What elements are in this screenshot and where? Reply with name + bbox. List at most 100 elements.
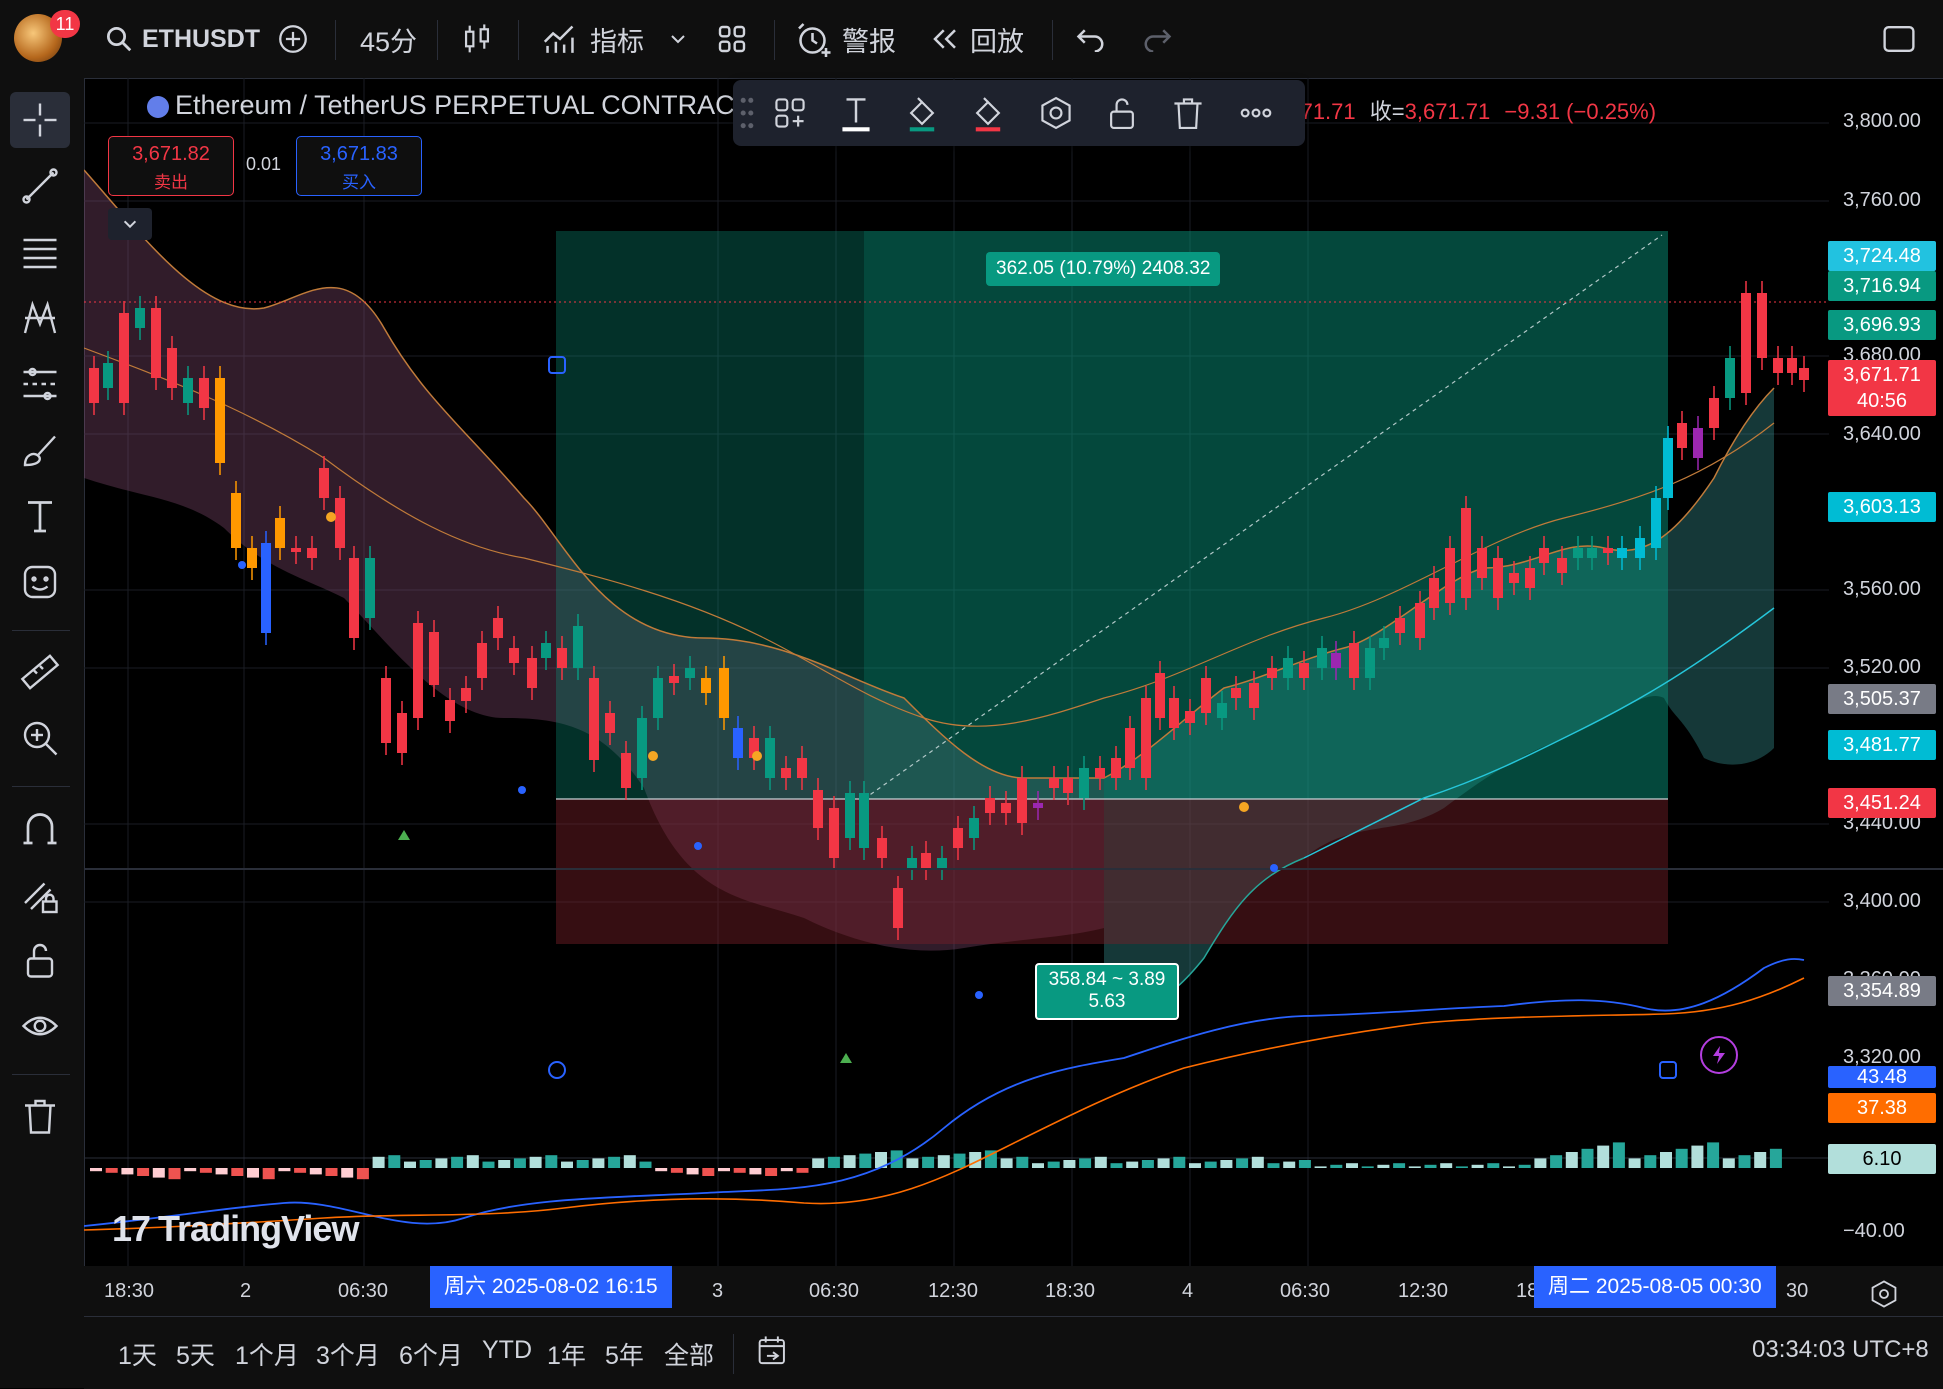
candle-body [1169, 698, 1179, 728]
text-color-button[interactable] [833, 90, 879, 136]
symbol-search-button[interactable]: ETHUSDT [104, 12, 260, 66]
range-6m[interactable]: 6个月 [399, 1336, 463, 1372]
redo-button[interactable] [1142, 12, 1172, 66]
candle-body [1365, 648, 1375, 678]
macd-bar [168, 1168, 181, 1180]
fullscreen-button[interactable] [1882, 12, 1916, 66]
range-1m[interactable]: 1个月 [235, 1336, 299, 1372]
interval-button[interactable]: 45分 [360, 12, 417, 66]
spread-value: 0.01 [246, 154, 282, 174]
ruler-tool[interactable] [10, 644, 70, 700]
sell-button[interactable]: 3,671.82 卖出 [108, 136, 234, 196]
hide-drawings-tool[interactable] [10, 998, 70, 1054]
text-tool[interactable] [10, 488, 70, 544]
timezone-clock[interactable]: 03:34:03 UTC+8 [1752, 1336, 1929, 1364]
time-range-end-label: 周二 2025-08-05 00:30 [1534, 1266, 1776, 1308]
pattern-tool[interactable] [10, 290, 70, 346]
divider [774, 20, 775, 60]
candle-body [1185, 711, 1195, 723]
macd-bar [1236, 1158, 1249, 1168]
line-color-button[interactable] [965, 90, 1011, 136]
remove-drawings-tool[interactable] [10, 1088, 70, 1144]
range-1d[interactable]: 1天 [118, 1336, 157, 1372]
macd-bar [294, 1168, 307, 1173]
trend-line-tool[interactable] [10, 158, 70, 214]
delete-button[interactable] [1165, 90, 1211, 136]
goto-date-button[interactable] [756, 1334, 790, 1373]
candle-body [589, 678, 599, 760]
drag-handle[interactable] [737, 90, 757, 136]
symbol-legend[interactable]: Ethereum / TetherUS PERPETUAL CONTRACT ·… [147, 90, 790, 121]
fib-tool[interactable] [10, 224, 70, 280]
fill-color-button[interactable] [899, 90, 945, 136]
macd-bar [482, 1161, 495, 1168]
candle-body [413, 623, 423, 718]
crosshair-tool[interactable] [10, 92, 70, 148]
candle-body [1125, 728, 1135, 768]
calendar-arrow-icon [758, 1336, 785, 1365]
macd-bar [1157, 1158, 1170, 1168]
replay-button[interactable]: 回放 [930, 12, 1024, 66]
close-label: 收= [1369, 99, 1405, 124]
price-label: 3,451.24 [1828, 788, 1936, 818]
macd-bar [1251, 1156, 1264, 1168]
lock-all-tool[interactable] [10, 932, 70, 988]
macd-bar [1283, 1161, 1296, 1168]
buy-button[interactable]: 3,671.83 买入 [296, 136, 422, 196]
chart-type-button[interactable] [462, 12, 492, 66]
time-tick: 06:30 [338, 1280, 389, 1302]
settings-button[interactable] [1033, 90, 1079, 136]
zoom-in-tool[interactable] [10, 710, 70, 766]
more-button[interactable] [1233, 90, 1279, 136]
candle-body [1635, 538, 1645, 558]
range-3m[interactable]: 3个月 [316, 1336, 380, 1372]
lock-button[interactable] [1099, 90, 1145, 136]
text-icon [28, 501, 52, 533]
macd-bar [404, 1161, 416, 1168]
candle-body [621, 753, 631, 788]
notification-badge: 11 [50, 10, 80, 38]
compare-add-button[interactable] [276, 12, 310, 66]
candle-body [1201, 678, 1211, 713]
range-5d[interactable]: 5天 [176, 1336, 215, 1372]
more-dots-icon [1240, 108, 1272, 118]
tradingview-watermark: 17 TradingView [112, 1208, 359, 1250]
candle-body [247, 548, 257, 568]
alert-button[interactable]: 警报 [796, 12, 896, 66]
brush-tool[interactable] [10, 422, 70, 478]
indicators-dropdown[interactable] [668, 12, 688, 66]
lightning-button[interactable] [1700, 1036, 1738, 1074]
divider [12, 1074, 70, 1075]
macd-bar [1408, 1166, 1421, 1168]
candle-body [1267, 668, 1277, 678]
lock-drawing-tool[interactable] [10, 866, 70, 922]
legend-collapse-button[interactable] [108, 208, 152, 240]
magnet-tool[interactable] [10, 800, 70, 856]
macd-bar [608, 1156, 621, 1168]
ruler-icon [20, 654, 60, 690]
indicators-button[interactable]: 指标 [542, 12, 644, 66]
macd-bar [199, 1168, 212, 1173]
range-5y[interactable]: 5年 [605, 1336, 644, 1372]
emoji-tool[interactable] [10, 554, 70, 610]
candle-body [845, 793, 855, 838]
forecast-tool[interactable] [10, 356, 70, 412]
time-tick: 2 [240, 1280, 252, 1302]
undo-button[interactable] [1076, 12, 1106, 66]
axis-settings-button[interactable] [1868, 1278, 1900, 1315]
candle-body [765, 738, 775, 778]
range-1y[interactable]: 1年 [547, 1336, 586, 1372]
candle-body [1709, 398, 1719, 428]
macd-bar [1173, 1156, 1186, 1168]
sell-price: 3,671.82 [132, 143, 210, 165]
range-all[interactable]: 全部 [664, 1336, 714, 1372]
layout-button[interactable] [716, 12, 748, 66]
range-ytd[interactable]: YTD [482, 1336, 532, 1365]
drawing-toolbar [0, 78, 85, 1388]
macd-bar [1126, 1161, 1139, 1168]
macd-bar [1597, 1145, 1610, 1168]
macd-bar [309, 1168, 322, 1175]
macd-bar [1691, 1145, 1704, 1168]
template-button[interactable] [767, 90, 813, 136]
buy-price: 3,671.83 [320, 143, 398, 165]
